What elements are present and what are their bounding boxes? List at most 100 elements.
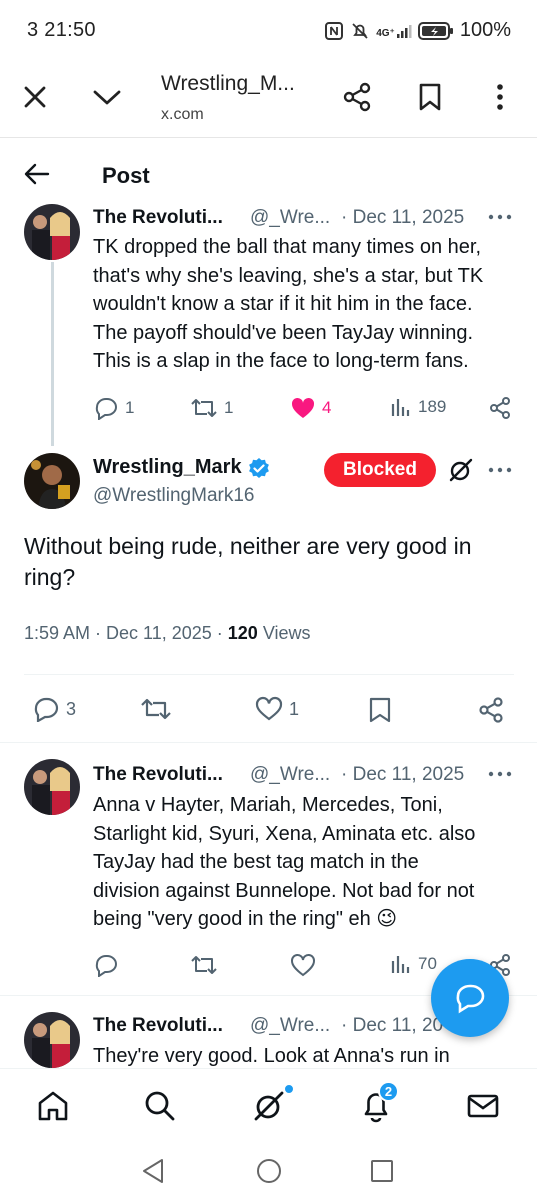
timestamp-text[interactable]: 1:59 AM · Dec 11, 2025 · — [24, 623, 228, 643]
home-icon[interactable] — [36, 1089, 70, 1123]
like-count: 1 — [289, 698, 300, 719]
browser-page-title[interactable]: Wrestling_M... — [161, 72, 295, 96]
back-arrow-icon[interactable] — [24, 162, 50, 186]
tweet-reply[interactable]: The Revoluti... @_Wre... · Dec 11, 2025 … — [0, 743, 537, 995]
battery-level: 100% — [459, 19, 511, 41]
grok-icon[interactable] — [448, 457, 474, 483]
views-count: 120 — [227, 623, 258, 643]
post-header: Post — [0, 138, 537, 208]
reply-count: 3 — [66, 698, 77, 719]
reply-button[interactable] — [93, 953, 119, 977]
post-timestamp: 1:59 AM · Dec 11, 2025 · 120 Views — [24, 623, 311, 644]
divider — [24, 674, 514, 675]
share-button[interactable] — [477, 696, 505, 724]
bookmark-icon[interactable] — [418, 82, 442, 112]
tweet-line: Starlight kid, Syuri, Xena, Aminata etc.… — [93, 822, 476, 845]
tweet-line: TayJay had the best tag match in the — [93, 851, 419, 873]
browser-url[interactable]: x.com — [161, 106, 204, 124]
tweet-line: They're very good. Look at Anna's run in — [93, 1045, 450, 1067]
nfc-icon — [324, 21, 344, 41]
avatar[interactable] — [24, 453, 80, 509]
author-name[interactable]: The Revoluti... — [93, 1015, 223, 1037]
repost-button[interactable] — [190, 953, 218, 977]
chevron-down-icon[interactable] — [92, 84, 122, 110]
tweet-line: Without being rude, neither are very goo… — [24, 533, 472, 559]
compose-reply-button[interactable] — [431, 959, 509, 1037]
like-button[interactable] — [290, 953, 316, 977]
tweet-line: being "very good in the ring" eh 😉 — [93, 908, 398, 930]
tweet-date[interactable]: · Dec 11, 2025 — [341, 207, 464, 229]
bookmark-button[interactable] — [368, 696, 392, 724]
repost-button[interactable]: 1 — [190, 396, 233, 420]
page-title: Post — [102, 163, 150, 188]
messages-envelope-icon[interactable] — [466, 1089, 500, 1123]
views-count: 189 — [418, 397, 447, 416]
views-label: Views — [257, 623, 311, 643]
new-indicator-dot — [284, 1084, 294, 1094]
avatar[interactable] — [24, 204, 80, 260]
browser-toolbar: Wrestling_M... x.com — [0, 62, 537, 138]
views-count: 70 — [418, 954, 437, 973]
like-button[interactable]: 1 — [255, 696, 299, 722]
blocked-button[interactable]: Blocked — [324, 453, 436, 487]
tweet-parent[interactable]: The Revoluti... @_Wre... · Dec 11, 2025 … — [0, 200, 537, 445]
more-horizontal-icon[interactable] — [488, 467, 512, 473]
heart-icon — [255, 696, 283, 722]
system-home-icon[interactable] — [256, 1158, 282, 1184]
author-handle[interactable]: @_Wre... — [250, 764, 330, 786]
status-icons: 4G⁺ 100% — [324, 19, 511, 42]
system-back-icon[interactable] — [141, 1158, 165, 1184]
system-recents-icon[interactable] — [370, 1159, 394, 1183]
tweet-date[interactable]: · Dec 11, 20 — [341, 1015, 443, 1037]
author-name[interactable]: The Revoluti... — [93, 764, 223, 786]
more-horizontal-icon[interactable] — [488, 771, 512, 777]
views-button[interactable]: 70 — [390, 953, 437, 975]
more-vertical-icon[interactable] — [490, 82, 510, 112]
close-icon[interactable] — [22, 84, 48, 110]
author-name[interactable]: Wrestling_Mark — [93, 456, 242, 479]
author-handle[interactable]: @_Wre... — [250, 1015, 330, 1037]
reply-icon — [93, 953, 119, 977]
bookmark-icon — [368, 696, 392, 724]
tweet-line: wouldn't know a star if it hit him in th… — [93, 293, 473, 315]
repost-icon — [190, 953, 218, 977]
grok-nav-icon[interactable] — [252, 1089, 286, 1123]
status-time: 3 21:50 — [27, 19, 96, 41]
tweet-line: that's why she's leaving, she's a star, … — [93, 264, 484, 287]
like-button[interactable]: 4 — [290, 396, 331, 420]
reply-bubble-icon — [453, 982, 487, 1014]
search-icon[interactable] — [143, 1089, 177, 1123]
repost-icon — [140, 696, 172, 722]
system-nav-bar — [0, 1144, 537, 1199]
author-name-row[interactable]: Wrestling_Mark — [93, 456, 270, 479]
main-post-text: Without being rude, neither are very goo… — [24, 531, 524, 593]
tweet-date[interactable]: · Dec 11, 2025 — [341, 764, 464, 786]
views-button[interactable]: 189 — [390, 396, 446, 418]
avatar[interactable] — [24, 759, 80, 815]
share-icon — [477, 696, 505, 724]
share-icon[interactable] — [342, 82, 372, 112]
repost-icon — [190, 396, 218, 420]
bottom-nav: 2 — [0, 1068, 537, 1144]
tweet-text: Anna v Hayter, Mariah, Mercedes, Toni, S… — [93, 791, 523, 934]
reply-icon — [93, 396, 119, 420]
repost-button[interactable] — [140, 696, 172, 722]
tweet-line: The payoff should've been TayJay winning… — [93, 321, 473, 344]
network-type: 4G⁺ — [376, 27, 395, 39]
like-count: 4 — [322, 398, 332, 417]
author-name[interactable]: The Revoluti... — [93, 207, 223, 229]
notifications-badge: 2 — [378, 1081, 399, 1102]
mute-bell-icon — [350, 21, 370, 41]
main-post: Wrestling_Mark @WrestlingMark16 Blocked … — [0, 445, 537, 745]
tweet-text: TK dropped the ball that many times on h… — [93, 233, 523, 376]
tweet-line: ring? — [24, 564, 76, 590]
tweet-line: division against Bunnelope. Not bad for … — [93, 879, 475, 902]
more-horizontal-icon[interactable] — [488, 214, 512, 220]
reply-button[interactable]: 1 — [93, 396, 134, 420]
author-handle[interactable]: @_Wre... — [250, 207, 330, 229]
battery-icon — [417, 21, 454, 41]
avatar[interactable] — [24, 1012, 80, 1068]
share-icon[interactable] — [488, 396, 512, 420]
reply-button[interactable]: 3 — [32, 696, 76, 722]
author-handle[interactable]: @WrestlingMark16 — [93, 485, 254, 507]
